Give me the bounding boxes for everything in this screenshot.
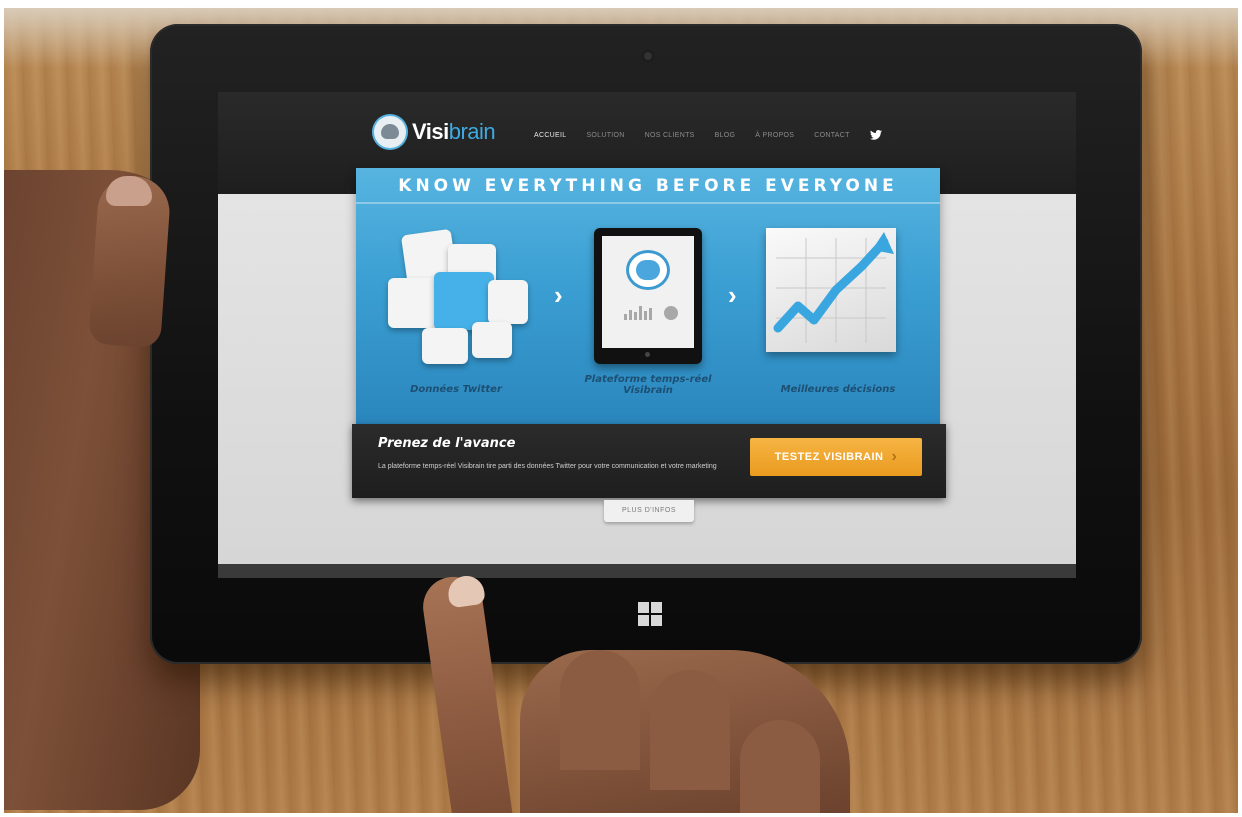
like-card: [472, 322, 512, 358]
visibrain-logo[interactable]: Visibrain: [374, 112, 496, 152]
chevron-right-icon: ›: [891, 448, 898, 465]
cta-button-label: TESTEZ VISIBRAIN: [774, 451, 884, 463]
step-label-platform: Plateforme temps-réel Visibrain: [584, 374, 712, 396]
hero-title: KNOW EVERYTHING BEFORE EVERYONE: [398, 176, 898, 196]
cta-heading: Prenez de l'avance: [378, 436, 516, 451]
tablet-screen: Visibrain ACCUEIL SOLUTION NOS CLIENTS B…: [218, 92, 1076, 578]
cta-description: La plateforme temps-réel Visibrain tire …: [378, 463, 717, 470]
twitter-icon[interactable]: [869, 130, 882, 140]
nav-item-nos-clients[interactable]: NOS CLIENTS: [645, 132, 695, 139]
growth-chart-illustration: [766, 228, 896, 352]
nav-item-contact[interactable]: CONTACT: [814, 132, 849, 139]
front-camera: [644, 52, 652, 60]
right-hand: [520, 650, 850, 817]
home-button-icon: [645, 352, 650, 357]
photo-scene: Visibrain ACCUEIL SOLUTION NOS CLIENTS B…: [0, 0, 1242, 817]
logo-text: Visibrain: [412, 119, 496, 144]
main-nav: ACCUEIL SOLUTION NOS CLIENTS BLOG À PROP…: [534, 130, 882, 140]
chevron-right-icon: ›: [554, 280, 563, 310]
pie-chart-icon: [664, 306, 678, 320]
bar-chart-icon: [624, 306, 652, 320]
try-visibrain-button[interactable]: TESTEZ VISIBRAIN ›: [750, 438, 922, 476]
nav-item-solution[interactable]: SOLUTION: [586, 132, 624, 139]
nav-item-blog[interactable]: BLOG: [715, 132, 736, 139]
step-label-decisions: Meilleures décisions: [780, 384, 896, 395]
windows-icon[interactable]: [638, 602, 662, 626]
divider: [356, 202, 940, 204]
brain-icon: [636, 260, 660, 280]
thumbnail: [106, 176, 152, 206]
more-info-tab[interactable]: PLUS D'INFOS: [604, 500, 694, 522]
brain-icon: [374, 116, 406, 148]
tablet-illustration: [594, 228, 702, 364]
hero-banner: KNOW EVERYTHING BEFORE EVERYONE › › Donn…: [356, 168, 940, 426]
screen-footer-strip: [218, 564, 1076, 578]
social-data-illustration: [382, 224, 542, 374]
trend-arrow-icon: [773, 232, 894, 343]
step-label-twitter-data: Données Twitter: [410, 384, 502, 395]
nav-item-accueil[interactable]: ACCUEIL: [534, 132, 566, 139]
mobile-card: [422, 328, 468, 364]
chevron-right-icon: ›: [728, 280, 737, 310]
cta-panel: Prenez de l'avance La plateforme temps-r…: [352, 424, 946, 498]
nav-item-a-propos[interactable]: À PROPOS: [755, 132, 794, 139]
pencil-card: [488, 280, 528, 324]
